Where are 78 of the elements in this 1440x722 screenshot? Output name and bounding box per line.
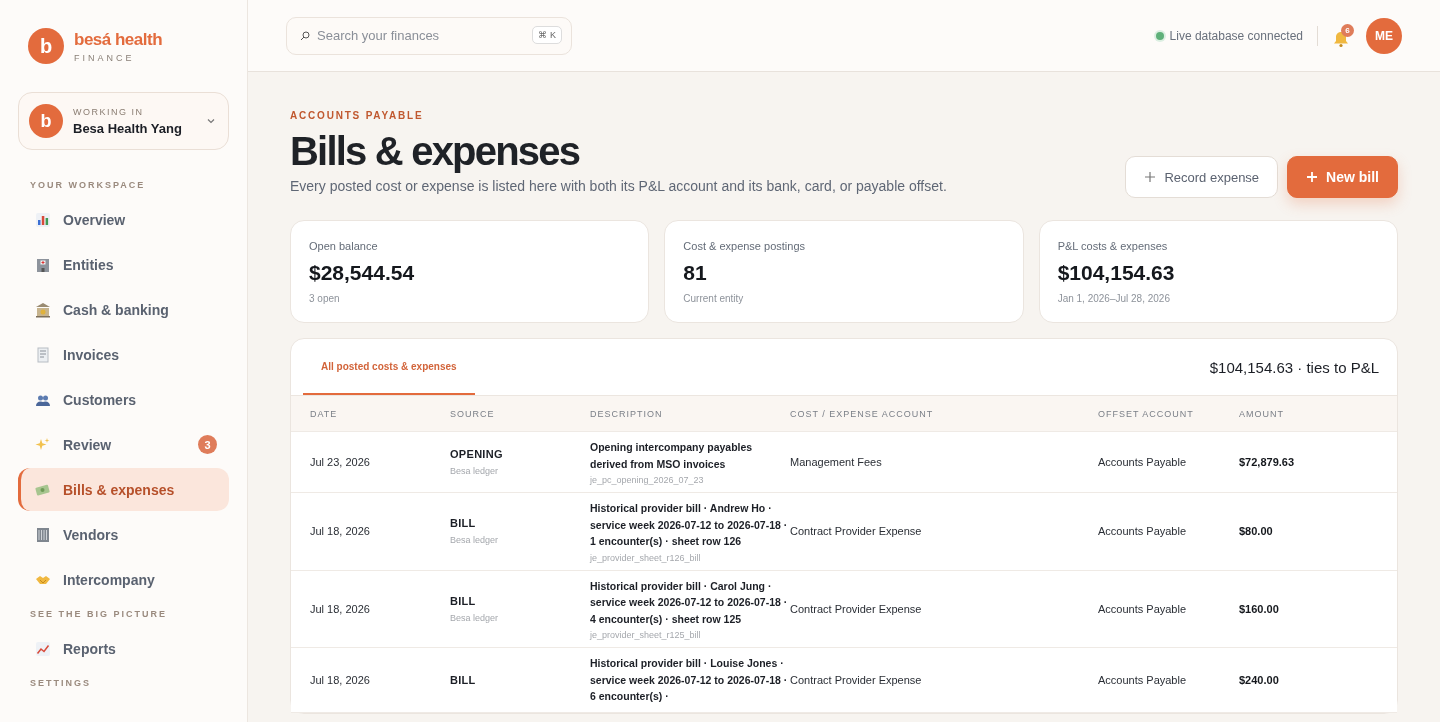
stat-note: 3 open (309, 293, 341, 304)
stat-value: $104,154.63 (1057, 261, 1176, 285)
sidebar-item[interactable]: Entities (18, 243, 229, 286)
connection-status: Live database connected (1169, 28, 1303, 43)
amount-cell-text: $72,879.63 (1239, 456, 1296, 468)
workspace-switcher[interactable]: b WORKING IN Besa Health Yang (18, 92, 229, 150)
section-title: SETTINGS (29, 678, 92, 688)
bank-icon (35, 301, 51, 318)
amount-cell-text: $240.00 (1239, 673, 1280, 686)
stat-value: $28,544.54 (309, 261, 416, 285)
section-title: SEE THE BIG PICTURE (29, 609, 168, 619)
amount-cell-text: $160.00 (1239, 602, 1280, 615)
logo-mark: b (28, 28, 64, 64)
receipt-icon (35, 346, 51, 363)
page-eyebrow: ACCOUNTS PAYABLE (290, 110, 425, 121)
search-icon (300, 30, 310, 41)
date-cell-text: Jul 18, 2026 (310, 673, 371, 686)
stat-note: Current entity (683, 293, 745, 304)
offset-cell-text: Accounts Payable (1098, 673, 1188, 686)
source-type: BILL (450, 673, 477, 686)
date-cell-text: Jul 18, 2026 (310, 525, 371, 538)
source-type: BILL (450, 594, 477, 607)
plus-icon (1144, 171, 1157, 183)
status-dot (1155, 31, 1164, 40)
description-text: Opening intercompany payables derived from MSO invoices (590, 440, 754, 472)
sidebar-item[interactable]: Bills & expenses (18, 468, 229, 511)
sidebar-item[interactable]: Review 3 (18, 423, 229, 466)
ledger-name: Besa ledger (450, 535, 500, 546)
account-cell-text: Management Fees (790, 456, 883, 468)
date-cell-text: Jul 18, 2026 (310, 602, 371, 615)
source-type: OPENING (450, 448, 504, 460)
sidebar-item[interactable]: Intercompany (18, 558, 229, 601)
ledger-name: Besa ledger (450, 612, 500, 623)
brand-subtitle: FINANCE (74, 52, 136, 63)
notification-count: 6 (1341, 23, 1354, 37)
sidebar-item[interactable]: Overview (18, 198, 229, 241)
line-chart-icon (35, 640, 51, 657)
stat-note: Jan 1, 2026–Jul 28, 2026 (1057, 293, 1171, 304)
offset-cell-text: Accounts Payable (1098, 602, 1188, 615)
page-title: Bills & expenses (290, 129, 581, 174)
description-text: Historical provider bill · Louise Jones · service week 2026-07-12 to 2026-07-18 · 6 encounter(s) · (590, 656, 789, 704)
ledger-name: Besa ledger (450, 466, 500, 476)
account-cell-text: Contract Provider Expense (790, 673, 923, 686)
entry-reference: je_provider_sheet_r125_bill (590, 630, 702, 640)
table-total: $104,154.63 · ties to P&L (1209, 358, 1379, 376)
bar-chart-icon (35, 211, 51, 228)
description-text: Historical provider bill · Carol Jung · service week 2026-07-12 to 2026-07-18 · 4 encounter(s) · sheet row 125 (590, 578, 789, 627)
office-building-icon (35, 526, 51, 543)
amount-cell-text: $80.00 (1239, 525, 1274, 538)
user-avatar[interactable]: ME (1366, 17, 1402, 54)
sidebar-item[interactable]: Reports (18, 627, 229, 670)
sidebar-item[interactable]: Vendors (18, 513, 229, 556)
account-cell-text: Contract Provider Expense (790, 525, 923, 538)
count-badge: 3 (198, 435, 217, 454)
source-type: BILL (450, 517, 477, 530)
offset-cell-text: Accounts Payable (1098, 456, 1188, 468)
date-cell-text: Jul 23, 2026 (310, 456, 371, 468)
stat-label: Cost & expense postings (683, 240, 806, 252)
sidebar-item[interactable]: Invoices (18, 333, 229, 376)
offset-cell-text: Accounts Payable (1098, 525, 1188, 538)
sidebar-item[interactable]: Cash & banking (18, 288, 229, 331)
new-bill-button[interactable]: New bill (1287, 156, 1398, 198)
stat-label: P&L costs & expenses (1057, 240, 1169, 252)
stat-value: 81 (683, 261, 708, 285)
plus-icon (1306, 171, 1319, 183)
entry-reference: je_pc_opening_2026_07_23 (590, 475, 705, 485)
stat-label: Open balance (309, 240, 379, 252)
page-description: Every posted cost or expense is listed here with both its P&L account and its bank, card, or payable offset. (290, 178, 947, 194)
sidebar-item[interactable]: Customers (18, 378, 229, 421)
description-text: Historical provider bill · Andrew Ho · service week 2026-07-12 to 2026-07-18 · 1 encounter(s) · sheet row 126 (590, 501, 789, 549)
brand-name: besá health (74, 29, 163, 50)
chevron-down-icon (206, 116, 216, 126)
building-icon (35, 256, 51, 273)
entry-reference: je_provider_sheet_r126_bill (590, 552, 702, 563)
account-cell-text: Contract Provider Expense (790, 602, 923, 615)
record-expense-button[interactable]: Record expense (1125, 156, 1279, 198)
table-header: DATE SOURCE DESCRIPTION COST / EXPENSE ACCOUNT OFFSET ACCOUNT AMOUNT (291, 396, 1397, 432)
section-title: YOUR WORKSPACE (29, 180, 147, 190)
